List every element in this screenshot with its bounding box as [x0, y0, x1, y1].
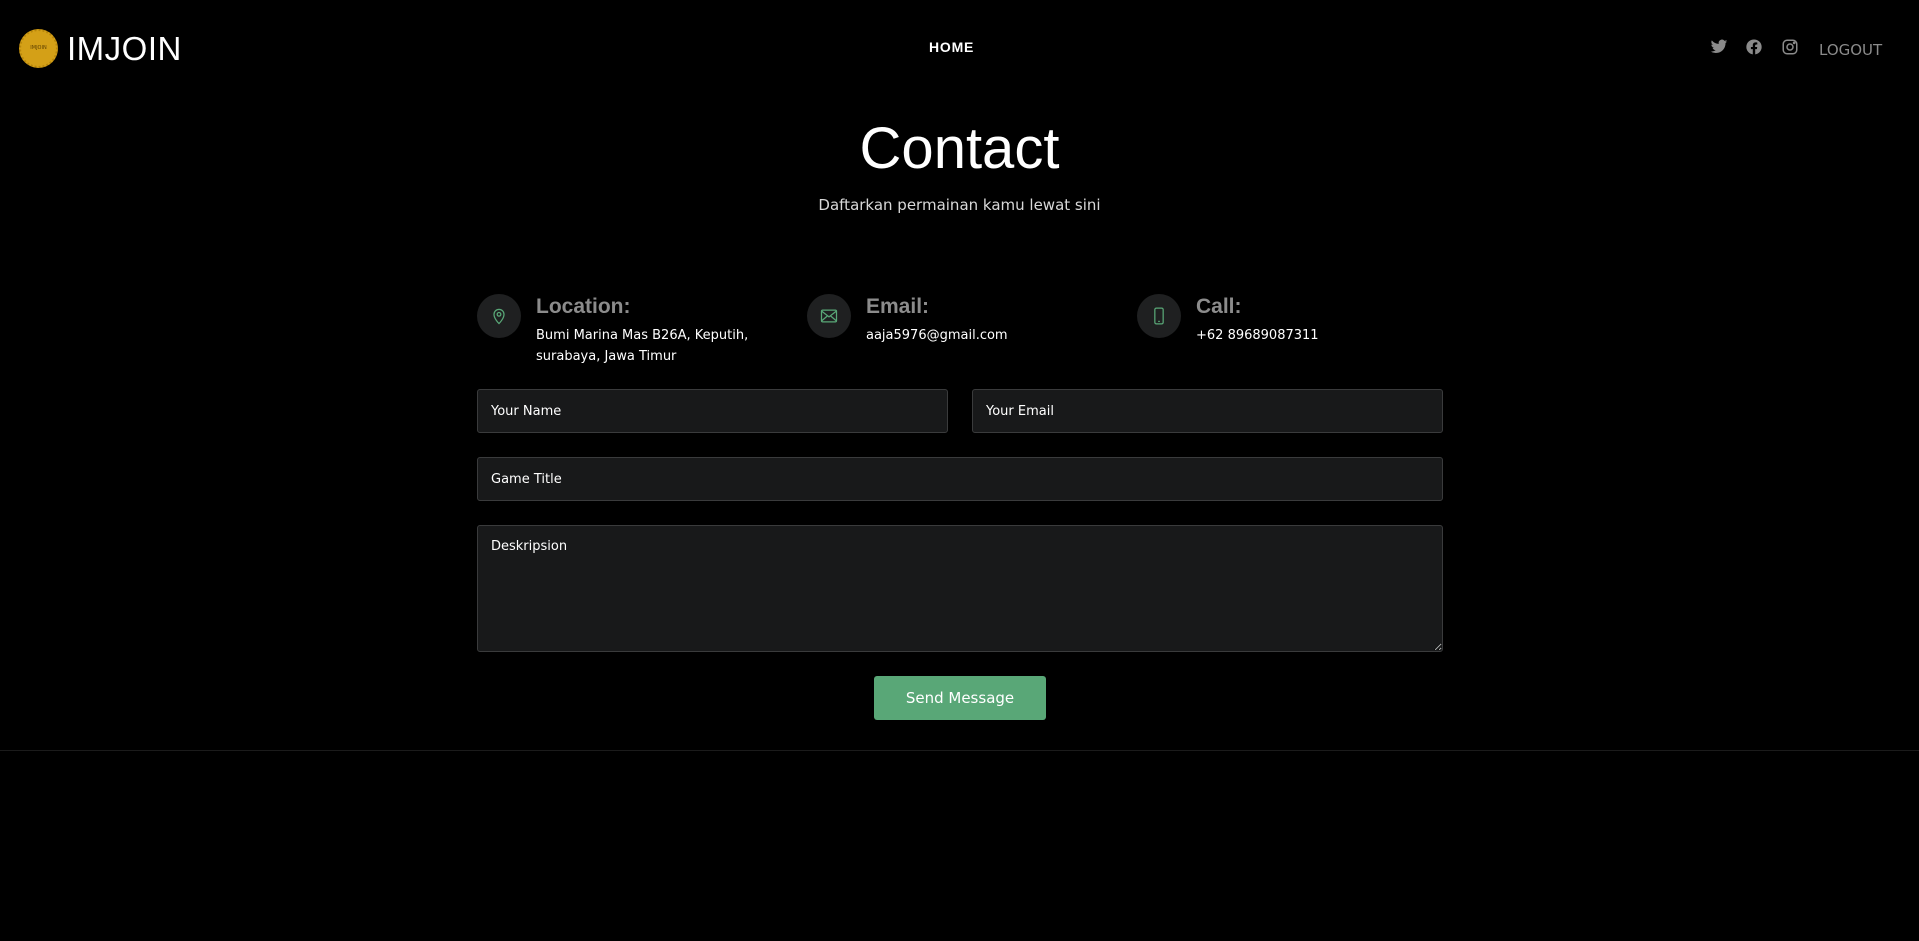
location-heading: Location:	[536, 295, 631, 318]
page-subtitle: Daftarkan permainan kamu lewat sini	[818, 196, 1101, 214]
location-address: Bumi Marina Mas B26A, Keputih, surabaya,…	[536, 328, 749, 364]
logo-text: IMJOIN	[67, 29, 182, 67]
email-address: aaja5976@gmail.com	[866, 328, 1008, 343]
facebook-icon[interactable]	[1745, 38, 1765, 58]
page-title: Contact	[859, 116, 1060, 181]
logo-badge-icon: IMJOIN	[19, 29, 58, 68]
footer-divider	[0, 750, 1919, 751]
site-header: IMJOIN IMJOIN HOME LOGOUT	[0, 0, 1919, 96]
name-input[interactable]	[477, 389, 948, 433]
phone-icon	[1137, 294, 1181, 338]
twitter-icon[interactable]	[1710, 38, 1730, 58]
email-text: Email: aaja5976@gmail.com	[866, 294, 1081, 346]
call-text: Call: +62 89689087311	[1196, 294, 1411, 346]
call-number: +62 89689087311	[1196, 328, 1319, 343]
logo-badge-text: IMJOIN	[30, 44, 47, 51]
game-title-input[interactable]	[477, 457, 1443, 501]
call-heading: Call:	[1196, 295, 1242, 318]
location-info: Location: Bumi Marina Mas B26A, Keputih,…	[477, 294, 751, 367]
call-info: Call: +62 89689087311	[1137, 294, 1411, 346]
email-info: Email: aaja5976@gmail.com	[807, 294, 1081, 346]
nav-home-link[interactable]: HOME	[929, 39, 974, 55]
location-text: Location: Bumi Marina Mas B26A, Keputih,…	[536, 294, 751, 367]
description-textarea[interactable]	[477, 525, 1443, 652]
envelope-icon	[807, 294, 851, 338]
instagram-icon[interactable]	[1781, 38, 1801, 58]
email-input[interactable]	[972, 389, 1443, 433]
logout-link[interactable]: LOGOUT	[1819, 41, 1882, 59]
map-pin-icon	[477, 294, 521, 338]
email-heading: Email:	[866, 295, 930, 318]
send-message-button[interactable]: Send Message	[874, 676, 1046, 720]
logo[interactable]: IMJOIN IMJOIN	[19, 29, 182, 68]
